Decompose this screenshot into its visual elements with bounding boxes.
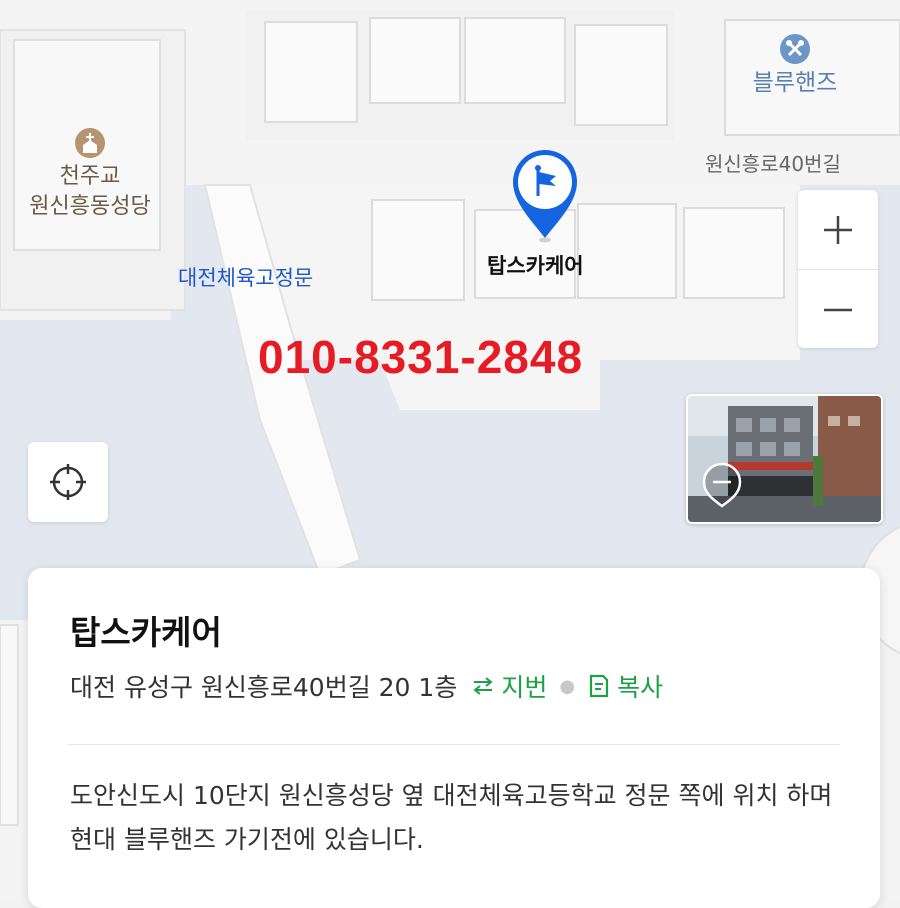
locate-button[interactable] xyxy=(28,442,108,522)
church-icon xyxy=(75,128,105,158)
plus-icon xyxy=(824,215,852,244)
poi-blue-hands-label: 블루핸즈 xyxy=(752,70,838,96)
place-info-card: 탑스카케어 대전 유성구 원신흥로40번길 20 1층 지번 ● 복사 도안신도… xyxy=(28,568,880,908)
poi-church[interactable]: 천주교 원신흥동성당 xyxy=(10,128,170,222)
address-row: 대전 유성구 원신흥로40번길 20 1층 지번 ● 복사 xyxy=(70,668,663,704)
place-label[interactable]: 탑스카케어 xyxy=(487,250,584,280)
zoom-controls xyxy=(798,190,878,348)
place-description: 도안신도시 10단지 원신흥성당 옆 대전체육고등학교 정문 쪽에 위치 하며 … xyxy=(70,781,833,854)
poi-church-line1: 천주교 xyxy=(59,164,121,189)
address-text: 대전 유성구 원신흥로40번길 20 1층 xyxy=(70,673,458,702)
copy-button[interactable]: 복사 xyxy=(587,668,663,704)
place-title: 탑스카케어 xyxy=(70,613,222,652)
jibun-button[interactable]: 지번 xyxy=(471,668,547,704)
zoom-out-button[interactable] xyxy=(798,270,878,349)
crosshair-icon xyxy=(50,464,86,500)
poi-church-line2: 원신흥동성당 xyxy=(29,194,151,219)
street-view-pin-icon xyxy=(702,462,742,508)
phone-overlay: 010-8331-2848 xyxy=(258,331,584,383)
separator-dot: ● xyxy=(559,675,576,697)
card-divider xyxy=(68,744,840,745)
zoom-in-button[interactable] xyxy=(798,190,878,269)
poi-blue-hands[interactable]: 블루핸즈 xyxy=(735,34,855,98)
road-label: 원신흥로40번길 xyxy=(705,152,841,176)
copy-label: 복사 xyxy=(617,673,664,702)
jibun-label: 지번 xyxy=(501,673,548,702)
copy-icon xyxy=(589,674,609,698)
swap-icon xyxy=(473,677,493,695)
wrench-icon xyxy=(780,34,810,64)
minus-icon xyxy=(824,308,852,311)
gate-label[interactable]: 대전체육고정문 xyxy=(178,262,313,292)
street-view-thumbnail[interactable] xyxy=(686,394,883,524)
